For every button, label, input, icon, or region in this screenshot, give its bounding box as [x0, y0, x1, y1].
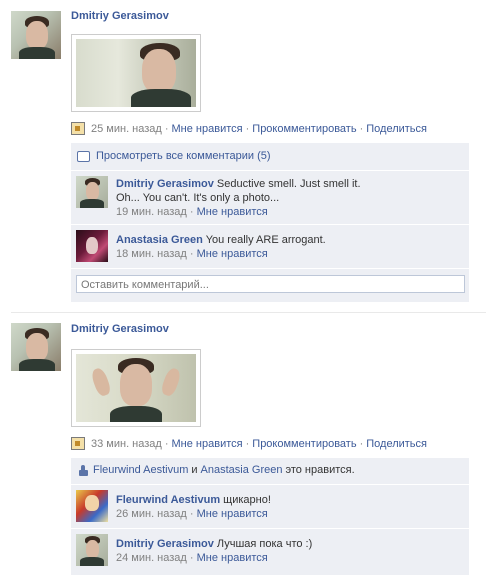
- post-meta: 33 мин. назад · Мне нравится · Прокоммен…: [71, 437, 427, 450]
- post-timestamp[interactable]: 25 мин. назад: [91, 123, 162, 135]
- comment-like-link[interactable]: Мне нравится: [197, 206, 268, 218]
- comment-item: Dmitriy Gerasimov Лучшая пока что :) 24 …: [71, 529, 469, 571]
- commenter-avatar[interactable]: [76, 176, 108, 208]
- liker-link[interactable]: Anastasia Green: [201, 464, 283, 476]
- comment-input[interactable]: Оставить комментарий...: [76, 275, 465, 293]
- comment-text: щикарно!: [223, 494, 271, 506]
- comment-text: Лучшая пока что :): [216, 538, 313, 550]
- commenter-avatar[interactable]: [76, 230, 108, 262]
- comment-author[interactable]: Fleurwind Aestivum: [116, 494, 220, 506]
- like-link[interactable]: Мне нравится: [172, 123, 243, 135]
- comment-like-link[interactable]: Мне нравится: [197, 248, 268, 260]
- comment-text-line2: Oh... You can't. It's only a photo...: [116, 192, 280, 204]
- view-all-comments[interactable]: Просмотреть все комментарии (5): [71, 143, 469, 170]
- author-avatar[interactable]: [11, 11, 61, 59]
- like-link[interactable]: Мне нравится: [172, 438, 243, 450]
- photo-upload-icon: [71, 437, 85, 450]
- comment-author[interactable]: Dmitriy Gerasimov: [116, 538, 214, 550]
- comment-item: Dmitriy Gerasimov Seductive smell. Just …: [71, 171, 469, 223]
- author-avatar[interactable]: [11, 323, 61, 371]
- post-timestamp[interactable]: 33 мин. назад: [91, 438, 162, 450]
- comment-timestamp: 19 мин. назад: [116, 206, 187, 218]
- share-link[interactable]: Поделиться: [366, 123, 427, 135]
- photo-upload-icon: [71, 122, 85, 135]
- commenter-avatar[interactable]: [76, 490, 108, 522]
- post-photo[interactable]: [71, 34, 201, 112]
- comment-like-link[interactable]: Мне нравится: [197, 552, 268, 564]
- commenter-avatar[interactable]: [76, 534, 108, 566]
- share-link[interactable]: Поделиться: [366, 438, 427, 450]
- post-separator: [11, 312, 486, 313]
- comment-like-link[interactable]: Мне нравится: [197, 508, 268, 520]
- comment-bubble-icon: [77, 150, 90, 162]
- comment-timestamp: 18 мин. назад: [116, 248, 187, 260]
- comment-text: You really ARE arrogant.: [205, 234, 326, 246]
- post-author[interactable]: Dmitriy Gerasimov: [71, 10, 169, 22]
- post-photo[interactable]: [71, 349, 201, 427]
- comment-text: Seductive smell. Just smell it.: [216, 178, 361, 190]
- comment-link[interactable]: Прокомментировать: [252, 123, 356, 135]
- comment-timestamp: 24 мин. назад: [116, 552, 187, 564]
- liker-link[interactable]: Fleurwind Aestivum: [93, 464, 188, 476]
- comments-box: Fleurwind Aestivum и Anastasia Green это…: [71, 458, 469, 575]
- thumbs-up-icon: [77, 464, 88, 476]
- comment-link[interactable]: Прокомментировать: [252, 438, 356, 450]
- comment-item: Anastasia Green You really ARE arrogant.…: [71, 225, 469, 267]
- comment-timestamp: 26 мин. назад: [116, 508, 187, 520]
- comments-box: Просмотреть все комментарии (5) Dmitriy …: [71, 143, 469, 302]
- comment-author[interactable]: Dmitriy Gerasimov: [116, 178, 214, 190]
- comment-item: Fleurwind Aestivum щикарно! 26 мин. наза…: [71, 485, 469, 527]
- post-meta: 25 мин. назад · Мне нравится · Прокоммен…: [71, 122, 427, 135]
- likes-summary: Fleurwind Aestivum и Anastasia Green это…: [71, 458, 469, 483]
- post-author[interactable]: Dmitriy Gerasimov: [71, 323, 169, 335]
- comment-author[interactable]: Anastasia Green: [116, 234, 203, 246]
